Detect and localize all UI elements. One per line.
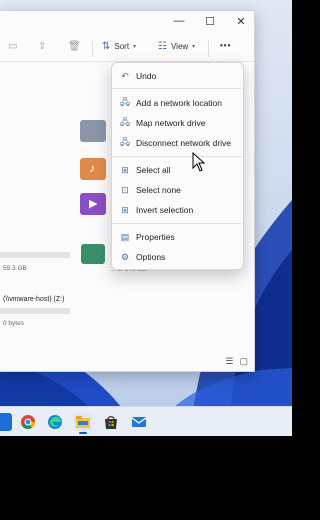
mouse-cursor-icon — [192, 152, 206, 172]
taskbar — [0, 406, 292, 436]
tiles-view-icon[interactable]: ▢ — [239, 356, 248, 367]
share-icon: ⇪ — [38, 41, 47, 52]
menu-item-disconnect-network-drive[interactable]: 🖧 Disconnect network drive — [112, 134, 243, 152]
disconnect-drive-icon: 🖧 — [119, 137, 131, 147]
play-icon: ▶ — [89, 198, 98, 210]
active-app-indicator — [79, 432, 87, 434]
view-icon: ☷ — [158, 41, 167, 52]
menu-item-label: Undo — [136, 71, 157, 81]
properties-icon: ▤ — [120, 231, 130, 242]
select-none-icon: ⊡ — [121, 184, 129, 195]
menu-item-map-network-drive[interactable]: 🖧 Map network drive — [112, 114, 243, 132]
network-drive-icon[interactable] — [81, 244, 105, 264]
music-folder-icon[interactable]: ♪ — [80, 158, 106, 180]
menu-item-label: Add a network location — [136, 98, 222, 108]
menu-item-add-network-location[interactable]: 🖧 Add a network location — [112, 94, 243, 112]
toolbar-divider — [208, 41, 209, 57]
file-explorer-icon[interactable] — [74, 413, 92, 434]
sort-label: Sort — [114, 42, 130, 51]
menu-item-select-all[interactable]: ⊞ Select all — [112, 161, 243, 179]
undo-icon: ↶ — [121, 70, 129, 81]
desktop-screen: — ☐ ✕ ▭ ⇪ 🗑 ⇅ Sort ▾ ☷ View ▾ ••• ♪ ▶ 59… — [0, 0, 292, 436]
select-all-icon: ⊞ — [121, 164, 129, 175]
drive-usage-bar — [0, 308, 70, 314]
invert-selection-icon: ⊞ — [121, 204, 129, 215]
start-button[interactable] — [0, 413, 12, 431]
map-drive-icon: 🖧 — [119, 117, 131, 127]
menu-divider — [112, 223, 243, 224]
chevron-down-icon: ▾ — [133, 44, 137, 50]
command-bar: ▭ ⇪ 🗑 ⇅ Sort ▾ ☷ View ▾ ••• — [0, 37, 254, 62]
menu-divider — [112, 88, 243, 89]
menu-item-invert-selection[interactable]: ⊞ Invert selection — [112, 201, 243, 219]
menu-item-label: Select none — [136, 185, 181, 195]
view-button[interactable]: ☷ View ▾ — [158, 41, 195, 52]
minimize-button[interactable]: — — [166, 13, 192, 29]
menu-item-label: Properties — [136, 232, 175, 242]
delete-button[interactable]: 🗑 — [68, 41, 81, 52]
menu-item-label: Disconnect network drive — [136, 138, 231, 148]
see-more-menu: ↶ Undo 🖧 Add a network location 🖧 Map netwo… — [111, 62, 244, 270]
menu-item-properties[interactable]: ▤ Properties — [112, 228, 243, 246]
menu-item-select-none[interactable]: ⊡ Select none — [112, 181, 243, 199]
menu-item-options[interactable]: ⚙ Options — [112, 248, 243, 266]
trash-icon: 🗑 — [68, 41, 81, 52]
details-view-icon[interactable]: ☰ — [225, 356, 233, 367]
close-button[interactable]: ✕ — [228, 13, 254, 29]
music-icon: ♪ — [89, 161, 95, 175]
mail-icon[interactable] — [130, 413, 148, 431]
chrome-icon[interactable] — [19, 413, 37, 431]
maximize-button[interactable]: ☐ — [197, 13, 223, 29]
menu-divider — [112, 156, 243, 157]
share-button[interactable]: ⇪ — [38, 41, 46, 52]
drive-size-text: 0 bytes — [3, 320, 24, 327]
menu-item-undo[interactable]: ↶ Undo — [112, 67, 243, 85]
rename-icon: ▭ — [8, 41, 18, 52]
menu-item-label: Select all — [136, 165, 171, 175]
title-bar: — ☐ ✕ — [0, 11, 254, 31]
network-location-icon: 🖧 — [119, 97, 131, 107]
status-bar: ☰ ▢ — [225, 356, 248, 367]
toolbar-divider — [92, 41, 93, 57]
sort-button[interactable]: ⇅ Sort ▾ — [102, 41, 136, 52]
options-icon: ⚙ — [120, 251, 130, 262]
rename-button[interactable]: ▭ — [8, 41, 17, 52]
documents-folder-icon[interactable] — [80, 120, 106, 142]
vmware-drive-label[interactable]: (\\vmware-host) (Z:) — [3, 296, 64, 303]
menu-item-label: Map network drive — [136, 118, 206, 128]
menu-item-label: Options — [136, 252, 166, 262]
drive-usage-bar — [0, 252, 70, 258]
chevron-down-icon: ▾ — [192, 44, 196, 50]
view-label: View — [170, 42, 189, 51]
menu-item-label: Invert selection — [136, 205, 194, 215]
edge-icon[interactable] — [46, 413, 64, 431]
store-icon[interactable] — [102, 413, 120, 431]
drive-size-text: 59.3 GB — [3, 265, 27, 272]
sort-icon: ⇅ — [102, 41, 111, 52]
see-more-button[interactable]: ••• — [220, 41, 231, 50]
videos-folder-icon[interactable]: ▶ — [80, 193, 106, 215]
